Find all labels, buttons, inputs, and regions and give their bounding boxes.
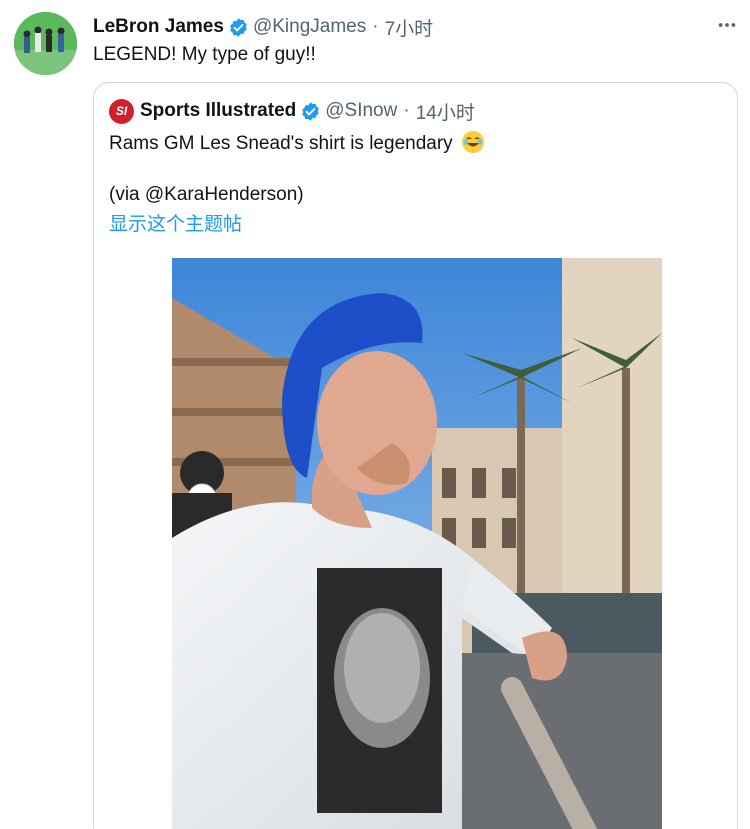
author-handle[interactable]: @KingJames — [253, 16, 366, 38]
quoted-tweet[interactable]: SI Sports Illustrated @SInow · 14小时 Rams… — [93, 82, 738, 829]
quoted-tweet-text-content: Rams GM Les Snead's shirt is legendary — [109, 133, 453, 154]
tweet-header: LeBron James @KingJames · 7小时 — [93, 12, 433, 42]
tweet-photo[interactable] — [172, 258, 662, 829]
verified-badge-icon — [230, 17, 247, 37]
avatar-image — [14, 12, 77, 75]
sports-illustrated-logo: SI — [109, 98, 134, 124]
separator-dot: · — [372, 16, 379, 37]
quoted-tweet-timestamp[interactable]: 14小时 — [416, 98, 475, 125]
author-name[interactable]: LeBron James — [93, 16, 224, 38]
more-options-icon[interactable] — [716, 14, 738, 36]
tweet-timestamp[interactable]: 7小时 — [385, 14, 434, 41]
laughing-tears-emoji-icon — [461, 131, 484, 153]
tweet[interactable]: LeBron James @KingJames · 7小时 LEGEND! My… — [0, 0, 750, 829]
author-avatar[interactable] — [14, 12, 77, 75]
via-credit: (via @KaraHenderson) — [109, 184, 304, 205]
photo-image — [172, 258, 662, 829]
verified-badge-icon — [302, 101, 319, 121]
quoted-author-name[interactable]: Sports Illustrated — [140, 100, 296, 122]
show-thread-link[interactable]: 显示这个主题帖 — [109, 212, 242, 238]
quoted-tweet-text: Rams GM Les Snead's shirt is legendary — [109, 131, 484, 157]
quoted-author-handle[interactable]: @SInow — [325, 100, 397, 122]
tweet-text: LEGEND! My type of guy!! — [93, 44, 316, 65]
separator-dot: · — [403, 100, 410, 121]
quoted-tweet-header: SI Sports Illustrated @SInow · 14小时 — [109, 97, 475, 125]
